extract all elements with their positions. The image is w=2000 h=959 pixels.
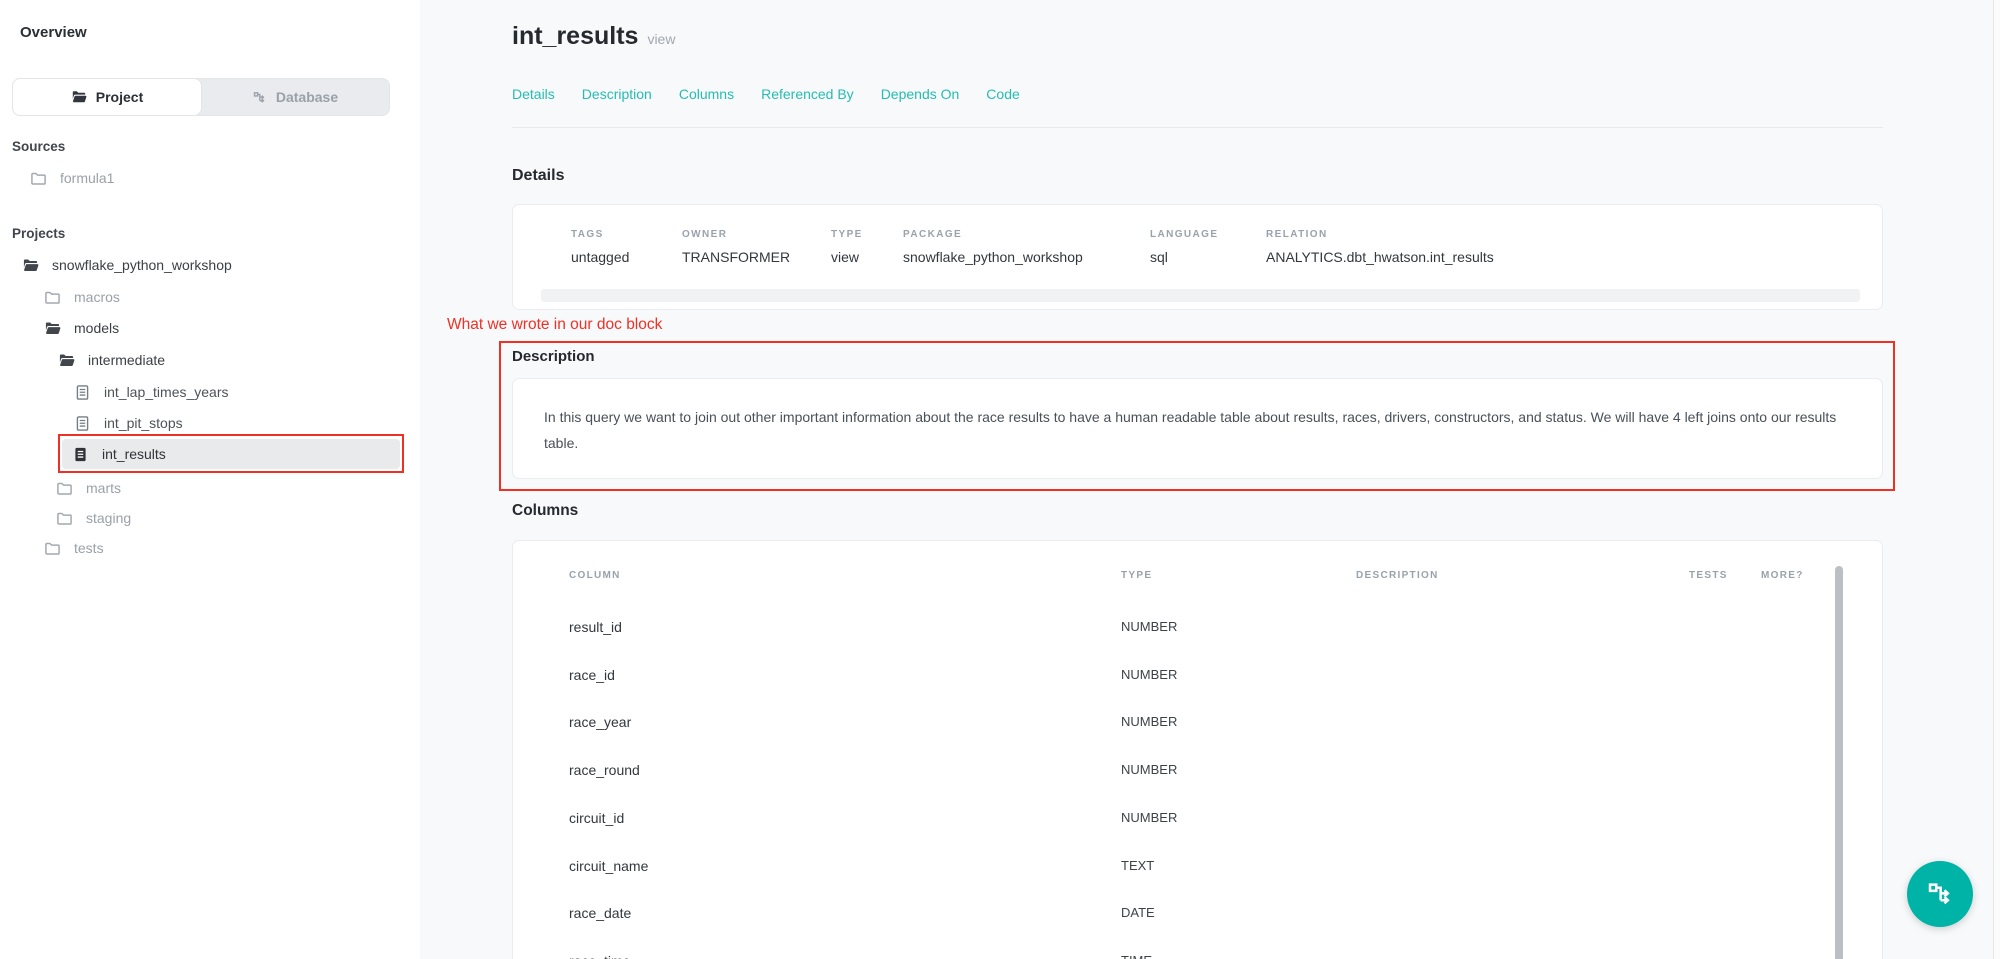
column-header-type: TYPE (1121, 570, 1152, 581)
column-header-description: DESCRIPTION (1356, 570, 1439, 581)
lineage-graph-button[interactable] (1907, 861, 1973, 927)
detail-field-type: TYPE view (831, 229, 863, 265)
sidebar-item-tests[interactable]: tests (44, 533, 104, 563)
sidebar-item-label: marts (86, 480, 121, 496)
folder-open-icon (58, 352, 75, 369)
nav-link-details[interactable]: Details (512, 86, 555, 102)
sidebar-item-macros[interactable]: macros (44, 282, 120, 312)
sidebar-item-int-lap-times-years[interactable]: int_lap_times_years (74, 377, 229, 407)
sidebar-item-label: snowflake_python_workshop (52, 257, 232, 273)
sidebar-item-label: int_results (102, 446, 166, 462)
detail-field-language: LANGUAGE sql (1150, 229, 1218, 265)
file-filled-icon (72, 446, 89, 463)
lineage-graph-icon (1925, 879, 1955, 909)
table-row-circuit-name[interactable]: circuit_name TEXT (513, 858, 1813, 878)
tab-database-label: Database (276, 89, 338, 105)
sources-section-label: Sources (12, 139, 65, 154)
sidebar: Overview Project Database Sources formul… (0, 0, 420, 959)
columns-heading: Columns (512, 502, 578, 520)
columns-card: COLUMN TYPE DESCRIPTION TESTS MORE? resu… (512, 540, 1883, 959)
sidebar-item-label: staging (86, 510, 131, 526)
annotation-text: What we wrote in our doc block (447, 316, 662, 334)
model-type-badge: view (647, 31, 675, 47)
sidebar-item-label: models (74, 320, 119, 336)
page-title: int_results view (512, 22, 675, 51)
sidebar-item-label: int_lap_times_years (104, 384, 229, 400)
sidebar-item-label: int_pit_stops (104, 415, 183, 431)
sidebar-item-intermediate[interactable]: intermediate (58, 345, 165, 375)
table-row-race-id[interactable]: race_id NUMBER (513, 667, 1813, 687)
nav-link-depends-on[interactable]: Depends On (881, 86, 960, 102)
sidebar-item-snowflake-python-workshop[interactable]: snowflake_python_workshop (22, 250, 232, 280)
doc-nav: Details Description Columns Referenced B… (512, 86, 1020, 102)
column-header-column: COLUMN (569, 570, 621, 581)
sidebar-item-label: tests (74, 540, 104, 556)
lineage-tree-icon (252, 90, 267, 105)
view-toggle: Project Database (12, 78, 390, 116)
table-row-circuit-id[interactable]: circuit_id NUMBER (513, 810, 1813, 830)
sidebar-item-marts[interactable]: marts (56, 473, 121, 503)
table-row-race-time[interactable]: race_time TIME (513, 953, 1813, 959)
projects-section-label: Projects (12, 226, 65, 241)
folder-closed-icon (56, 480, 73, 497)
details-footer-strip (541, 289, 1860, 302)
detail-field-owner: OWNER TRANSFORMER (682, 229, 790, 265)
table-row-race-round[interactable]: race_round NUMBER (513, 762, 1813, 782)
sidebar-item-int-pit-stops[interactable]: int_pit_stops (74, 408, 183, 438)
sidebar-item-label: formula1 (60, 170, 114, 186)
nav-divider (512, 127, 1883, 128)
table-row-result-id[interactable]: result_id NUMBER (513, 619, 1813, 639)
tab-project[interactable]: Project (13, 79, 201, 115)
description-card: In this query we want to join out other … (512, 378, 1883, 479)
folder-closed-icon (44, 289, 61, 306)
column-header-more: MORE? (1761, 570, 1804, 581)
sidebar-item-staging[interactable]: staging (56, 503, 131, 533)
main-content: int_results view Details Description Colu… (420, 0, 2000, 959)
folder-closed-icon (30, 170, 47, 187)
file-icon (74, 384, 91, 401)
sidebar-item-models[interactable]: models (44, 313, 119, 343)
model-name: int_results (512, 22, 638, 50)
sidebar-item-label: macros (74, 289, 120, 305)
description-heading: Description (512, 348, 595, 365)
detail-field-tags: TAGS untagged (571, 229, 629, 265)
detail-field-relation: RELATION ANALYTICS.dbt_hwatson.int_resul… (1266, 229, 1494, 265)
folder-open-icon (44, 320, 61, 337)
column-header-tests: TESTS (1689, 570, 1728, 581)
table-row-race-date[interactable]: race_date DATE (513, 905, 1813, 925)
sidebar-item-formula1[interactable]: formula1 (30, 163, 114, 193)
nav-link-description[interactable]: Description (582, 86, 652, 102)
file-icon (74, 415, 91, 432)
details-heading: Details (512, 167, 564, 185)
tab-project-label: Project (96, 89, 143, 105)
nav-link-referenced-by[interactable]: Referenced By (761, 86, 854, 102)
details-card: TAGS untagged OWNER TRANSFORMER TYPE vie… (512, 204, 1883, 310)
folder-closed-icon (56, 510, 73, 527)
nav-link-code[interactable]: Code (986, 86, 1019, 102)
tab-database[interactable]: Database (201, 79, 389, 115)
detail-field-package: PACKAGE snowflake_python_workshop (903, 229, 1083, 265)
sidebar-item-int-results-selected[interactable]: int_results (62, 439, 400, 469)
folder-open-icon (22, 257, 39, 274)
window-scrollbar-track[interactable] (1993, 0, 2000, 959)
dbt-docs-app: Overview Project Database Sources formul… (0, 0, 2000, 959)
sidebar-item-label: intermediate (88, 352, 165, 368)
nav-link-columns[interactable]: Columns (679, 86, 734, 102)
folder-closed-icon (44, 540, 61, 557)
table-row-race-year[interactable]: race_year NUMBER (513, 714, 1813, 734)
columns-scrollbar-thumb[interactable] (1835, 566, 1843, 959)
overview-title: Overview (20, 24, 87, 41)
folder-icon (71, 89, 87, 105)
description-body: In this query we want to join out other … (544, 404, 1851, 456)
